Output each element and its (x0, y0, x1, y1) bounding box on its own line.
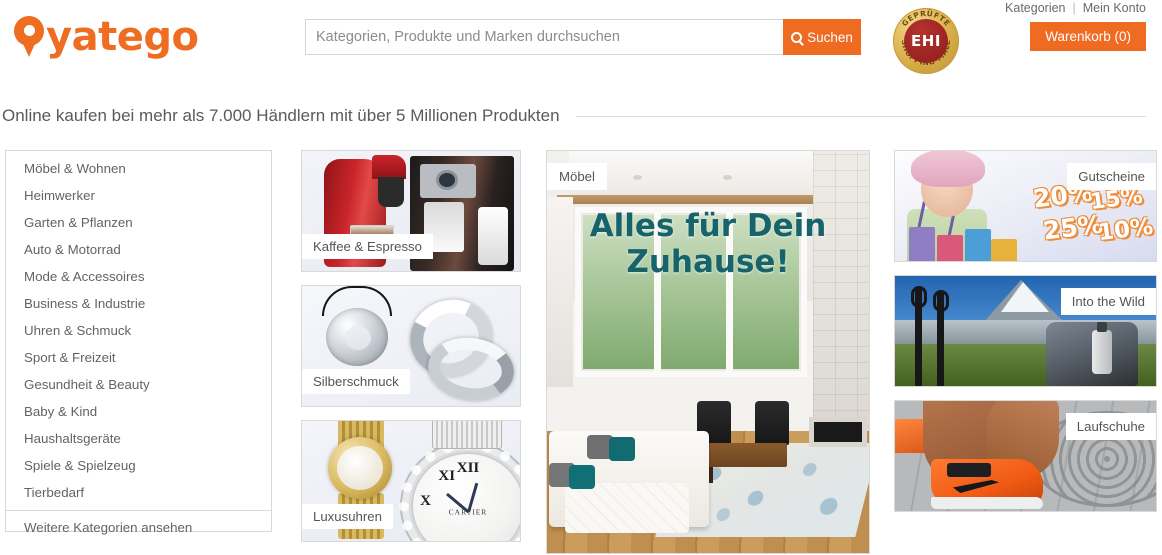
middle-tile-column: Kaffee & Espresso Silberschmuck XII XI X… (301, 150, 521, 555)
tile-kaffee-espresso[interactable]: Kaffee & Espresso (301, 150, 521, 272)
page-header: yatego Suchen GEPRÜFTE SHOPPING-MALL EHI… (0, 0, 1162, 95)
tile-label: Kaffee & Espresso (302, 234, 433, 259)
sidebar-item-baby-kind[interactable]: Baby & Kind (6, 398, 271, 425)
category-sidebar: Möbel & Wohnen Heimwerker Garten & Pflan… (5, 150, 272, 535)
sidebar-item-spiele-spielzeug[interactable]: Spiele & Spielzeug (6, 452, 271, 479)
cart-button[interactable]: Warenkorb (0) (1030, 22, 1146, 51)
sidebar-item-moebel-wohnen[interactable]: Möbel & Wohnen (6, 155, 271, 182)
tile-laufschuhe[interactable]: Laufschuhe (894, 400, 1157, 512)
location-pin-icon (14, 16, 44, 58)
tagline-text: Online kaufen bei mehr als 7.000 Händler… (2, 106, 560, 125)
ehi-trust-badge[interactable]: GEPRÜFTE SHOPPING-MALL EHI (893, 8, 959, 74)
top-nav-links: Kategorien | Mein Konto (1005, 1, 1146, 15)
hero-title: Alles für Dein Zuhause! (547, 208, 869, 281)
right-tile-column: 20% 15% 25% 10% Gutscheine Into the Wild… (894, 150, 1157, 525)
sidebar-item-auto-motorrad[interactable]: Auto & Motorrad (6, 236, 271, 263)
tile-silberschmuck[interactable]: Silberschmuck (301, 285, 521, 407)
tile-label: Gutscheine (1067, 163, 1156, 190)
tagline-divider (575, 115, 1146, 117)
tile-luxusuhren[interactable]: XII XI X CARTIER Luxusuhren (301, 420, 521, 542)
sidebar-item-garten-pflanzen[interactable]: Garten & Pflanzen (6, 209, 271, 236)
search-button-label: Suchen (807, 29, 853, 45)
ehi-center: EHI (904, 19, 948, 63)
tile-label: Laufschuhe (1065, 413, 1156, 440)
ehi-label: EHI (911, 32, 941, 50)
sidebar-item-haushaltsgeraete[interactable]: Haushaltsgeräte (6, 425, 271, 452)
sidebar-more-categories[interactable]: Weitere Kategorien ansehen (6, 510, 271, 543)
search-input[interactable] (305, 19, 783, 55)
logo-wordmark: yatego (46, 14, 199, 60)
nav-mein-konto[interactable]: Mein Konto (1083, 1, 1146, 15)
sidebar-item-tierbedarf[interactable]: Tierbedarf (6, 479, 271, 506)
tile-into-the-wild[interactable]: Into the Wild (894, 275, 1157, 387)
sidebar-item-mode-accessoires[interactable]: Mode & Accessoires (6, 263, 271, 290)
tile-label: Into the Wild (1060, 288, 1156, 315)
sidebar-item-uhren-schmuck[interactable]: Uhren & Schmuck (6, 317, 271, 344)
tagline-row: Online kaufen bei mehr als 7.000 Händler… (0, 106, 1162, 126)
site-logo[interactable]: yatego (14, 14, 199, 60)
tile-gutscheine[interactable]: 20% 15% 25% 10% Gutscheine (894, 150, 1157, 262)
tile-label: Luxusuhren (302, 504, 393, 529)
hero-title-line1: Alles für Dein (589, 208, 827, 244)
hero-label: Möbel (547, 163, 607, 190)
sidebar-item-business-industrie[interactable]: Business & Industrie (6, 290, 271, 317)
nav-kategorien[interactable]: Kategorien (1005, 1, 1065, 15)
search-button[interactable]: Suchen (783, 19, 861, 55)
sidebar-item-sport-freizeit[interactable]: Sport & Freizeit (6, 344, 271, 371)
hero-banner-moebel[interactable]: Alles für Dein Zuhause! Möbel (546, 150, 870, 554)
sidebar-item-heimwerker[interactable]: Heimwerker (6, 182, 271, 209)
nav-separator: | (1072, 1, 1076, 15)
search-bar: Suchen (305, 19, 861, 55)
sidebar-item-gesundheit-beauty[interactable]: Gesundheit & Beauty (6, 371, 271, 398)
search-icon (791, 31, 803, 43)
main-content: Möbel & Wohnen Heimwerker Garten & Pflan… (0, 150, 1162, 554)
tile-label: Silberschmuck (302, 369, 410, 394)
hero-title-line2: Zuhause! (626, 243, 790, 280)
